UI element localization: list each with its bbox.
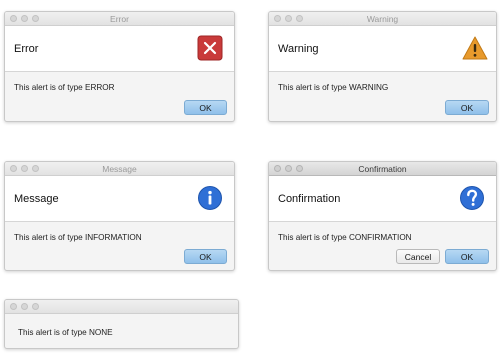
title-bar[interactable]: Error <box>5 12 234 26</box>
header-text: Confirmation <box>278 193 341 205</box>
window-title: Error <box>110 14 129 24</box>
title-bar[interactable]: Message <box>5 162 234 176</box>
content-text: This alert is of type WARNING <box>278 83 389 92</box>
confirmation-dialog: Confirmation Confirmation This alert is … <box>268 161 497 271</box>
close-window-button[interactable] <box>10 303 17 310</box>
title-bar[interactable]: Warning <box>269 12 496 26</box>
ok-button[interactable]: OK <box>184 249 227 264</box>
warning-dialog: Warning Warning This alert is of type WA… <box>268 11 497 122</box>
header-text: Message <box>14 193 59 205</box>
zoom-window-button[interactable] <box>32 303 39 310</box>
dialog-header: Message <box>5 176 234 222</box>
title-bar[interactable] <box>5 300 238 314</box>
window-title: Message <box>102 164 137 174</box>
content-text: This alert is of type NONE <box>18 328 113 337</box>
window-title: Warning <box>366 14 399 24</box>
title-bar[interactable]: Confirmation <box>269 162 496 176</box>
dialog-header: Warning <box>269 26 496 72</box>
warning-icon <box>462 35 488 61</box>
content-text: This alert is of type ERROR <box>14 83 115 92</box>
error-icon <box>197 35 223 61</box>
information-dialog: Message Message This alert is of type IN… <box>4 161 235 271</box>
question-icon <box>459 185 485 211</box>
error-dialog: Error Error This alert is of type ERROR … <box>4 11 235 122</box>
ok-button[interactable]: OK <box>184 100 227 115</box>
header-text: Error <box>14 43 39 55</box>
none-dialog: This alert is of type NONE <box>4 299 239 349</box>
header-text: Warning <box>278 43 319 55</box>
content-text: This alert is of type CONFIRMATION <box>278 233 412 242</box>
cancel-button[interactable]: Cancel <box>396 249 440 264</box>
dialog-header: Error <box>5 26 234 72</box>
window-title: Confirmation <box>358 164 407 174</box>
dialog-header: Confirmation <box>269 176 496 222</box>
minimize-window-button[interactable] <box>21 303 28 310</box>
ok-button[interactable]: OK <box>445 100 489 115</box>
content-text: This alert is of type INFORMATION <box>14 233 142 242</box>
window-controls <box>10 303 43 310</box>
info-icon <box>197 185 223 211</box>
ok-button[interactable]: OK <box>445 249 489 264</box>
